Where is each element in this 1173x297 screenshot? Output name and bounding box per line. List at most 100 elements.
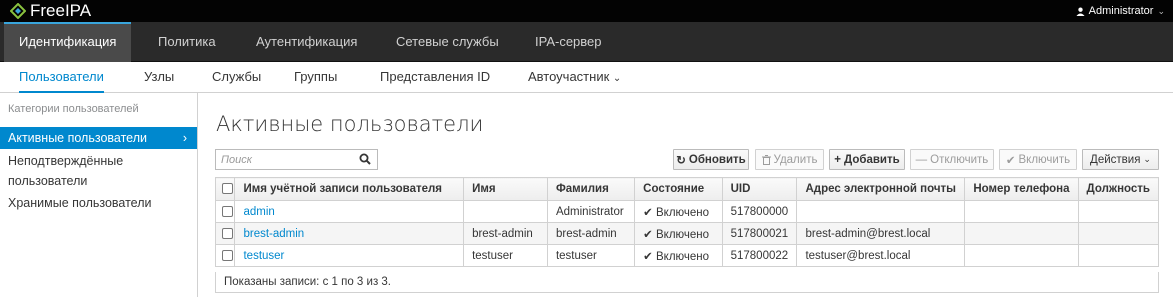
nav-ipa-server[interactable]: IPA-сервер — [520, 22, 617, 62]
enable-button[interactable]: ✔ Включить — [999, 149, 1077, 170]
job-title-cell — [1077, 200, 1160, 223]
first-name-cell: testuser — [463, 244, 548, 267]
actions-dropdown[interactable]: Действия ⌄ — [1082, 149, 1159, 170]
check-icon: ✔ — [643, 206, 656, 219]
users-table: Имя учётной записи пользователя Имя Фами… — [214, 177, 1160, 267]
row-select-cell — [214, 200, 236, 223]
uid-cell: 517800022 — [721, 244, 798, 267]
tab-groups[interactable]: Группы — [294, 62, 337, 93]
refresh-icon: ↻ — [676, 154, 686, 167]
add-label: Добавить — [844, 153, 900, 166]
email-cell: brest-admin@brest.local — [796, 222, 966, 245]
page-title: Активные пользователи — [216, 112, 484, 136]
tab-services[interactable]: Службы — [212, 62, 261, 93]
sidebar-item-label: Активные пользователи — [8, 131, 147, 145]
tab-users[interactable]: Пользователи — [19, 62, 104, 93]
delete-button[interactable]: Удалить — [755, 149, 824, 170]
check-icon: ✔ — [1005, 154, 1016, 167]
select-all-checkbox[interactable] — [222, 183, 233, 195]
table-row: brest-admin brest-admin brest-admin ✔ Вк… — [214, 222, 1160, 245]
search-box — [215, 149, 378, 170]
first-name-cell — [463, 200, 548, 223]
email-cell: testuser@brest.local — [796, 244, 966, 267]
delete-label: Удалить — [773, 153, 818, 166]
row-select-cell — [214, 244, 236, 267]
brand-name: FreeIPA — [30, 1, 92, 20]
job-title-cell — [1077, 222, 1160, 245]
status-cell: ✔ Включено — [634, 244, 723, 267]
login-cell: brest-admin — [234, 222, 465, 245]
table-footer: Показаны записи: с 1 по 3 из 3. — [215, 272, 1159, 293]
user-link[interactable]: admin — [243, 206, 274, 218]
primary-nav: Идентификация Политика Аутентификация Се… — [0, 22, 1173, 62]
status-cell: ✔ Включено — [634, 200, 723, 223]
actions-label: Действия — [1090, 153, 1141, 166]
secondary-nav: Пользователи Узлы Службы Группы Представ… — [0, 62, 1173, 93]
nav-policy[interactable]: Политика — [143, 22, 231, 62]
status-text: Включено — [655, 206, 710, 219]
email-cell — [796, 200, 966, 223]
check-icon: ✔ — [643, 228, 656, 241]
status-text: Включено — [655, 250, 710, 263]
column-header-first-name[interactable]: Имя — [463, 177, 548, 201]
tab-automember-label: Автоучастник — [528, 69, 610, 84]
nav-identity[interactable]: Идентификация — [4, 22, 132, 62]
disable-button[interactable]: — Отключить — [910, 149, 994, 170]
minus-icon: — — [915, 153, 928, 166]
last-name-cell: testuser — [546, 244, 636, 267]
search-icon[interactable] — [359, 153, 371, 165]
brand[interactable]: FreeIPA — [10, 1, 91, 21]
tab-automember[interactable]: Автоучастник ⌄ — [528, 62, 621, 93]
refresh-label: Обновить — [688, 153, 746, 166]
sidebar-item-stage-users[interactable]: Неподтверждённые пользователи — [0, 151, 160, 191]
phone-cell — [964, 244, 1079, 267]
check-icon: ✔ — [643, 250, 656, 263]
job-title-cell — [1077, 244, 1160, 267]
user-menu[interactable]: Administrator ⌄ — [1076, 0, 1165, 22]
table-row: testuser testuser testuser ✔ Включено 51… — [214, 244, 1160, 267]
uid-cell: 517800000 — [721, 200, 798, 223]
login-cell: admin — [234, 200, 465, 223]
nav-network-services[interactable]: Сетевые службы — [381, 22, 514, 62]
first-name-cell: brest-admin — [463, 222, 548, 245]
disable-label: Отключить — [930, 153, 989, 166]
row-checkbox[interactable] — [222, 249, 233, 261]
sidebar-item-preserved-users[interactable]: Хранимые пользователи — [0, 193, 197, 213]
uid-cell: 517800021 — [721, 222, 798, 245]
tab-hosts[interactable]: Узлы — [144, 62, 174, 93]
table-row: admin Administrator ✔ Включено 517800000 — [214, 200, 1160, 223]
chevron-down-icon: ⌄ — [1143, 154, 1151, 164]
row-select-cell — [214, 222, 236, 245]
search-input[interactable] — [216, 150, 356, 169]
column-header-phone[interactable]: Номер телефона — [964, 177, 1079, 201]
column-header-uid[interactable]: UID — [721, 177, 798, 201]
plus-icon: + — [834, 153, 841, 166]
user-link[interactable]: testuser — [243, 250, 284, 262]
row-checkbox[interactable] — [222, 227, 233, 239]
column-header-status[interactable]: Состояние — [634, 177, 723, 201]
enable-label: Включить — [1018, 153, 1071, 166]
chevron-right-icon: › — [182, 131, 187, 145]
nav-authentication[interactable]: Аутентификация — [241, 22, 372, 62]
phone-cell — [964, 222, 1079, 245]
user-name: Administrator — [1088, 5, 1154, 17]
status-cell: ✔ Включено — [634, 222, 723, 245]
sidebar: Категории пользователей Активные пользов… — [0, 93, 198, 297]
tab-id-views[interactable]: Представления ID — [380, 62, 490, 93]
refresh-button[interactable]: ↻ Обновить — [673, 149, 749, 170]
sidebar-item-active-users[interactable]: Активные пользователи › — [0, 127, 197, 149]
chevron-down-icon: ⌄ — [1157, 5, 1165, 16]
select-all-cell — [214, 177, 236, 201]
top-bar: FreeIPA Administrator ⌄ — [0, 0, 1173, 22]
user-icon — [1076, 7, 1085, 16]
add-button[interactable]: + Добавить — [829, 149, 905, 170]
row-checkbox[interactable] — [222, 205, 233, 217]
phone-cell — [964, 200, 1079, 223]
column-header-last-name[interactable]: Фамилия — [546, 177, 636, 201]
column-header-job-title[interactable]: Должность — [1077, 177, 1160, 201]
chevron-down-icon: ⌄ — [612, 73, 622, 84]
column-header-email[interactable]: Адрес электронной почты — [796, 177, 966, 201]
user-link[interactable]: brest-admin — [243, 228, 304, 240]
column-header-login[interactable]: Имя учётной записи пользователя — [234, 177, 465, 201]
table-header-row: Имя учётной записи пользователя Имя Фами… — [214, 177, 1160, 201]
